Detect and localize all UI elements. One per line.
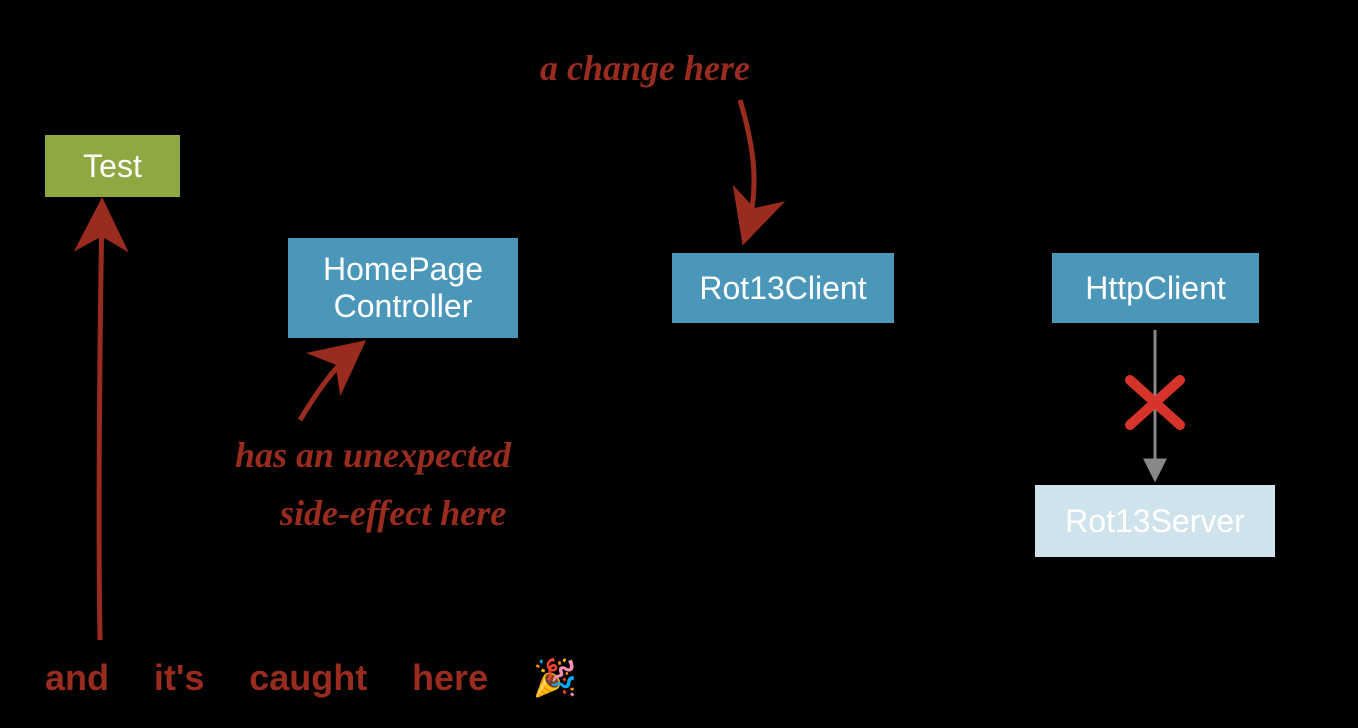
node-rot13server-label: Rot13Server (1065, 503, 1245, 540)
arrows-layer (0, 0, 1358, 728)
node-httpclient: HttpClient (1052, 253, 1259, 323)
edge-label-client-http: nulled (940, 262, 1015, 285)
annotation-side-effect-line1: has an unexpected (235, 432, 511, 479)
node-controller-label: HomePage Controller (323, 251, 483, 325)
annotation-arrow-change (740, 100, 754, 238)
annotation-caught-here: and it's caught here 🎉 (45, 655, 578, 702)
annotation-arrow-sideeffect (300, 345, 360, 420)
node-rot13client-label: Rot13Client (699, 270, 866, 307)
node-httpclient-label: HttpClient (1085, 270, 1226, 307)
cross-icon (1130, 380, 1180, 425)
annotation-side-effect-line2: side-effect here (280, 490, 506, 537)
annotation-change-here: a change here (540, 45, 750, 92)
annotation-caught-here-text: and it's caught here 🎉 (45, 657, 578, 699)
node-homepage-controller: HomePage Controller (288, 238, 518, 338)
diagram-canvas: Test HomePage Controller Rot13Client Htt… (0, 0, 1358, 728)
annotation-arrow-caught (99, 205, 102, 640)
edge-label-ctrl-client: nulled (560, 262, 635, 285)
arrow-test-to-controller (180, 190, 285, 240)
node-test: Test (45, 135, 180, 197)
node-rot13client: Rot13Client (672, 253, 894, 323)
node-rot13server: Rot13Server (1035, 485, 1275, 557)
node-test-label: Test (83, 148, 142, 185)
